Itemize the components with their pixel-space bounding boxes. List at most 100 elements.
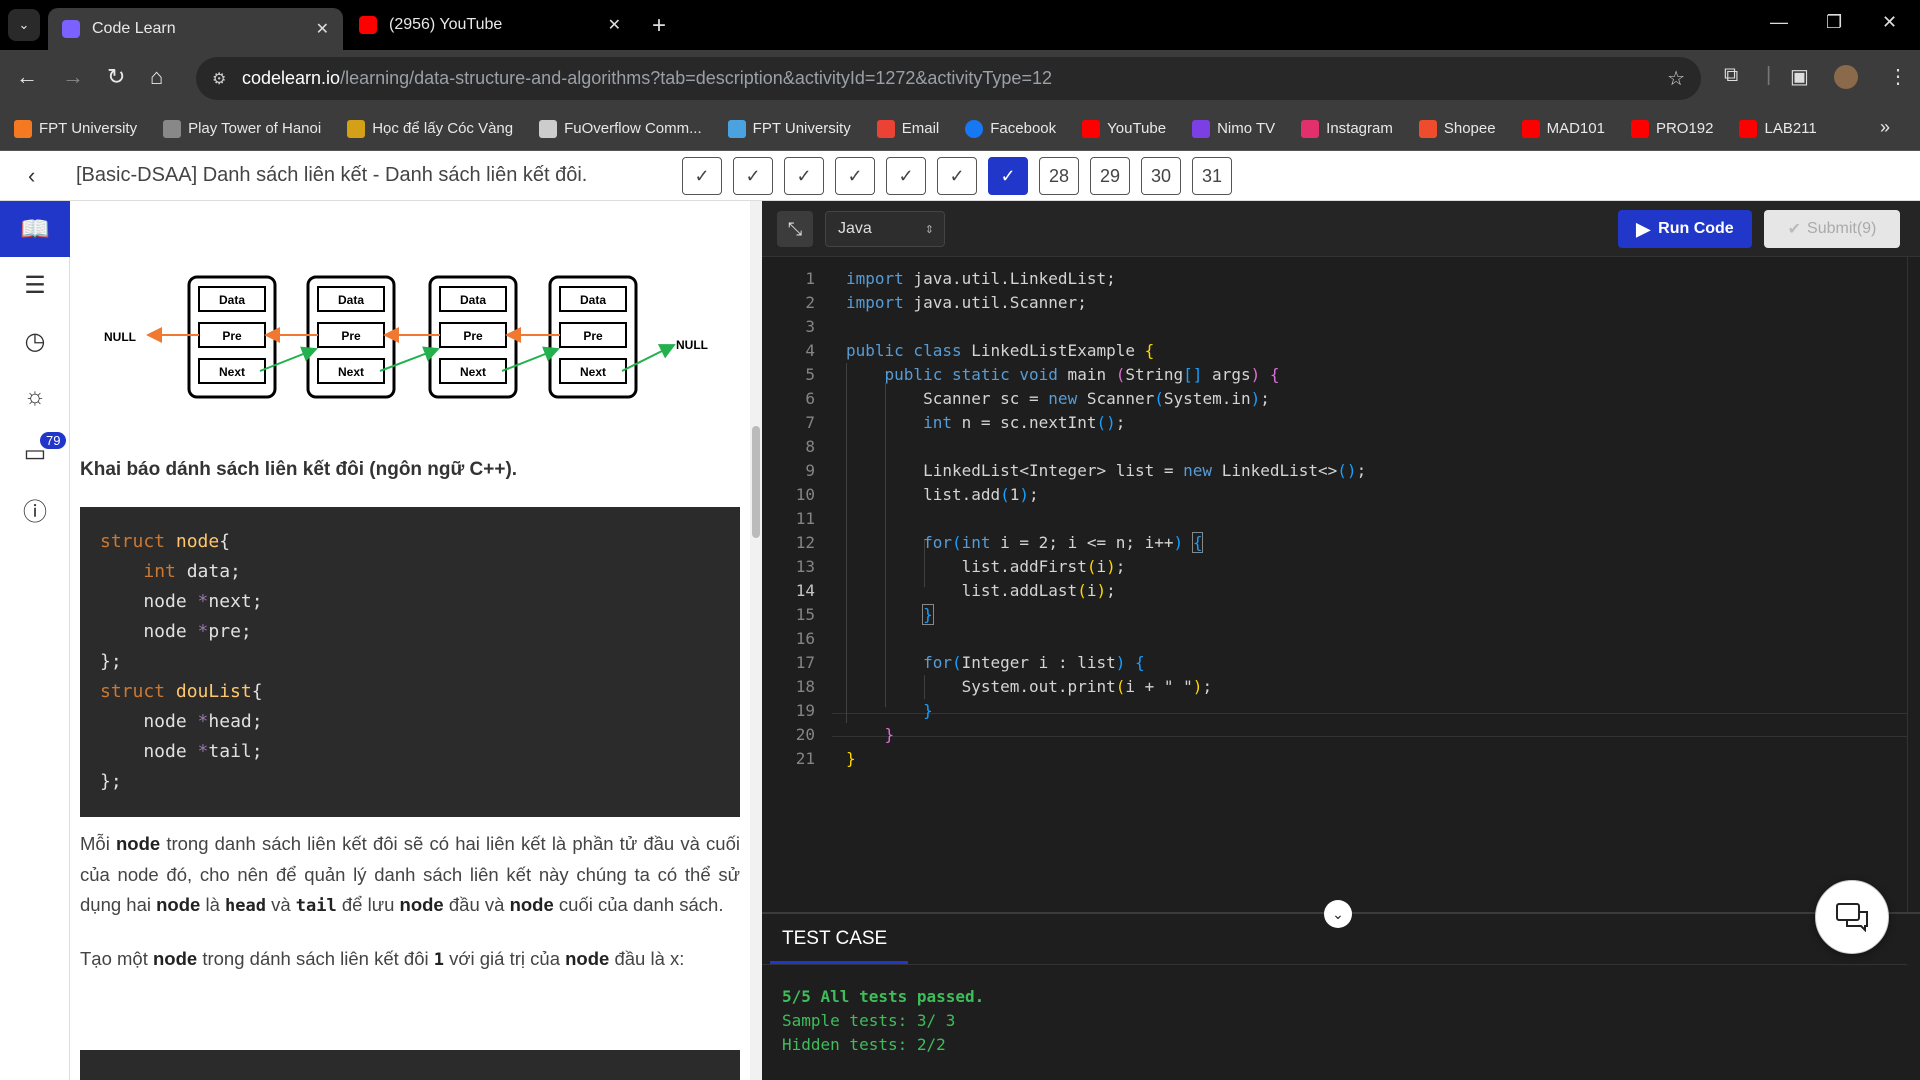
gmail-icon — [876, 119, 895, 138]
lesson-header: ‹ [Basic-DSAA] Danh sách liên kết - Danh… — [0, 151, 1920, 201]
bookmark-label: Nimo TV — [1217, 120, 1276, 137]
bookmark-label: LAB211 — [1764, 120, 1817, 137]
bookmark-facebook[interactable]: Facebook — [965, 119, 1056, 138]
editor-scrollbar[interactable] — [1907, 257, 1920, 912]
more-bookmarks-icon[interactable]: » — [1880, 117, 1890, 138]
reload-icon[interactable]: ↻ — [107, 64, 125, 90]
bookmark-pro192[interactable]: PRO192 — [1630, 119, 1714, 138]
lesson-progress: ✓ ✓ ✓ ✓ ✓ ✓ ✓ 28 29 30 31 — [682, 157, 1243, 195]
new-tab-button[interactable]: + — [652, 12, 666, 40]
bookmark-fpt-university-2[interactable]: FPT University — [727, 119, 851, 138]
collapse-panel-button[interactable]: ⌄ — [1324, 900, 1352, 928]
run-code-button[interactable]: ▶ Run Code — [1618, 210, 1752, 248]
url-path: /learning/data-structure-and-algorithms?… — [340, 68, 1052, 88]
progress-step[interactable]: ✓ — [682, 157, 722, 195]
chevron-down-icon: ⌄ — [1332, 905, 1344, 922]
bookmark-nimo-tv[interactable]: Nimo TV — [1192, 119, 1276, 138]
progress-step[interactable]: ✓ — [886, 157, 926, 195]
bookmark-fuoverflow[interactable]: FuOverflow Comm... — [539, 119, 702, 138]
progress-step[interactable]: ✓ — [784, 157, 824, 195]
bookmark-youtube[interactable]: YouTube — [1082, 119, 1166, 138]
rail-description[interactable]: 📖 — [0, 201, 70, 257]
side-panel-icon[interactable]: ▣ — [1790, 64, 1809, 89]
content-scrollbar[interactable] — [750, 201, 762, 1080]
progress-step[interactable]: ✓ — [835, 157, 875, 195]
code-line: 16 — [795, 629, 815, 648]
node-data-field: Data — [338, 293, 364, 307]
bookmark-email[interactable]: Email — [876, 119, 939, 138]
tab-test-case[interactable]: TEST CASE — [782, 928, 887, 950]
progress-step[interactable]: ✓ — [937, 157, 977, 195]
cpp-code-block-2 — [80, 1050, 740, 1080]
restore-icon[interactable]: ❐ — [1826, 12, 1842, 33]
node-next-field: Next — [580, 365, 606, 379]
node-next-field: Next — [219, 365, 245, 379]
forward-icon[interactable]: → — [62, 64, 84, 90]
node-next-field: Next — [460, 365, 486, 379]
tab-code-learn[interactable]: Code Learn ✕ — [48, 8, 343, 50]
bookmark-instagram[interactable]: Instagram — [1301, 119, 1393, 138]
bookmark-tower-of-hanoi[interactable]: Play Tower of Hanoi — [163, 119, 321, 138]
bookmark-shopee[interactable]: Shopee — [1418, 119, 1496, 138]
back-icon[interactable]: ← — [16, 64, 38, 90]
browser-tab-strip: ⌄ Code Learn ✕ (2956) YouTube ✕ + — ❐ ✕ — [0, 0, 1920, 50]
bookmark-star-icon[interactable]: ☆ — [1667, 66, 1685, 91]
bookmark-mad101[interactable]: MAD101 — [1521, 119, 1605, 138]
code-line: 10 list.add(1); — [795, 485, 1039, 504]
list-node-4: Data Pre Next — [548, 275, 638, 399]
test-summary: 5/5 All tests passed. — [782, 987, 985, 1006]
close-window-icon[interactable]: ✕ — [1882, 12, 1897, 33]
node-data-field: Data — [219, 293, 245, 307]
close-icon[interactable]: ✕ — [316, 19, 329, 39]
code-line: 20 } — [795, 725, 895, 744]
code-line: 18 System.out.print(i + " "); — [795, 677, 1213, 696]
tab-youtube[interactable]: (2956) YouTube ✕ — [345, 6, 635, 44]
code-line: 19 } — [795, 701, 933, 720]
progress-step[interactable]: 29 — [1090, 157, 1130, 195]
language-select[interactable]: Java ⇕ — [825, 211, 945, 247]
lesson-content: NULL NULL Data Pre Next Data Pre Next Da… — [70, 201, 750, 1080]
close-icon[interactable]: ✕ — [608, 15, 621, 35]
code-line: 3 — [805, 317, 815, 336]
rail-hint[interactable]: ☼ — [0, 369, 70, 425]
back-arrow-icon[interactable]: ‹ — [28, 163, 35, 189]
bookmark-lab211[interactable]: LAB211 — [1739, 119, 1817, 138]
tab-title: (2956) YouTube — [389, 16, 503, 33]
sample-tests-result: Sample tests: 3/ 3 — [782, 1011, 956, 1030]
node-pre-field: Pre — [583, 329, 603, 343]
code-text-area[interactable]: 1 import java.util.LinkedList; 2 import ja… — [762, 257, 1907, 912]
submit-button[interactable]: ✔ Submit(9) — [1764, 210, 1900, 248]
rail-history[interactable]: ◷ — [0, 313, 70, 369]
progress-step[interactable]: 31 — [1192, 157, 1232, 195]
bookmark-label: FuOverflow Comm... — [564, 120, 702, 137]
progress-step-current[interactable]: ✓ — [988, 157, 1028, 195]
bookmark-label: FPT University — [39, 120, 138, 137]
rail-info[interactable]: ⓘ — [0, 481, 70, 537]
progress-step[interactable]: ✓ — [733, 157, 773, 195]
tab-search-button[interactable]: ⌄ — [8, 9, 40, 41]
chat-support-button[interactable] — [1815, 880, 1889, 954]
rail-list[interactable]: ☰ — [0, 257, 70, 313]
paragraph-create-node: Tạo một node trong dánh sách liên kết đô… — [80, 948, 685, 970]
bookmark-fpt-university[interactable]: FPT University — [14, 119, 138, 138]
profile-avatar[interactable] — [1834, 65, 1858, 89]
address-bar[interactable]: ⚙ codelearn.io/learning/data-structure-a… — [196, 57, 1701, 100]
list-node-2: Data Pre Next — [306, 275, 396, 399]
minimize-icon[interactable]: — — [1770, 12, 1788, 33]
lightbulb-icon: ☼ — [24, 383, 46, 410]
bookmark-coc-vang[interactable]: Học để lấy Cóc Vàng — [347, 119, 513, 138]
code-line: 2 import java.util.Scanner; — [805, 293, 1087, 312]
progress-step[interactable]: 28 — [1039, 157, 1079, 195]
scroll-thumb[interactable] — [752, 426, 760, 538]
null-left-label: NULL — [104, 330, 136, 344]
tab-title: Code Learn — [92, 20, 176, 37]
progress-step[interactable]: 30 — [1141, 157, 1181, 195]
expand-button[interactable]: ⤡ — [777, 211, 813, 247]
site-info-icon[interactable]: ⚙ — [212, 69, 226, 89]
menu-dots-icon[interactable]: ⋮ — [1888, 64, 1908, 89]
home-icon[interactable]: ⌂ — [150, 64, 163, 90]
list-icon: ☰ — [24, 271, 46, 299]
extensions-icon[interactable]: ⧉ — [1724, 64, 1738, 87]
bookmark-label: PRO192 — [1655, 120, 1714, 137]
node-next-field: Next — [338, 365, 364, 379]
